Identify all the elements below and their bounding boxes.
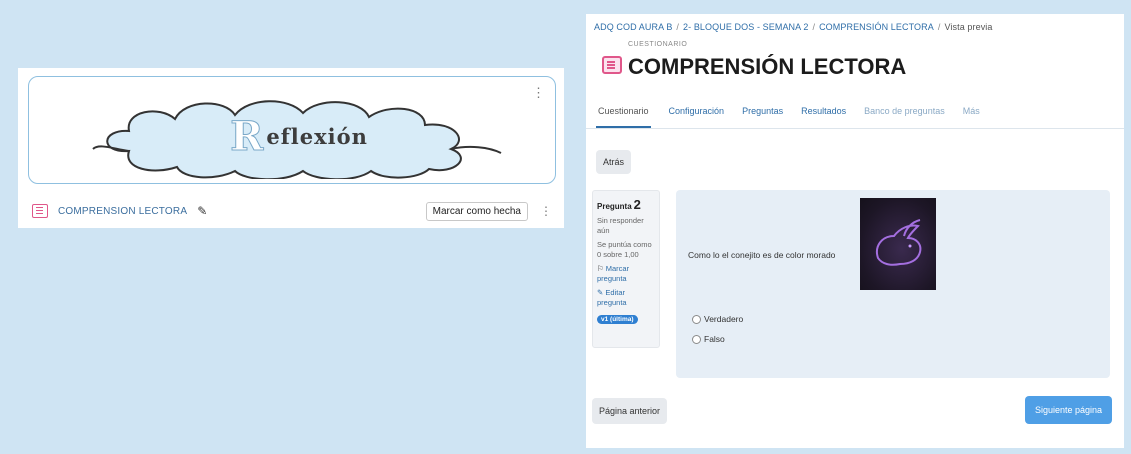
quiz-icon (602, 56, 622, 74)
option-label: Verdadero (704, 314, 744, 324)
banner-menu-icon[interactable]: ⋮ (532, 85, 545, 101)
breadcrumb: ADQ COD AURA B/2- BLOQUE DOS - SEMANA 2/… (594, 22, 993, 32)
option-falso[interactable]: Falso (692, 334, 725, 344)
activity-row: COMPRENSION LECTORA ✎ Marcar como hecha … (32, 200, 552, 222)
breadcrumb-item[interactable]: COMPRENSIÓN LECTORA (819, 22, 934, 32)
radio-button[interactable] (692, 334, 701, 344)
page-title: COMPRENSIÓN LECTORA (628, 54, 907, 79)
tab-resultados[interactable]: Resultados (801, 94, 846, 126)
breadcrumb-item[interactable]: 2- BLOQUE DOS - SEMANA 2 (683, 22, 808, 32)
edit-question-link[interactable]: ✎ Editar pregunta (597, 288, 655, 308)
tab-bar: Cuestionario Configuración Preguntas Res… (586, 94, 1124, 129)
activity-link[interactable]: COMPRENSION LECTORA (58, 206, 187, 217)
module-type-label: CUESTIONARIO (628, 41, 688, 48)
radio-button[interactable] (692, 314, 701, 324)
option-verdadero[interactable]: Verdadero (692, 314, 743, 324)
tab-preguntas[interactable]: Preguntas (742, 94, 783, 126)
breadcrumb-item[interactable]: ADQ COD AURA B (594, 22, 672, 32)
question-number: Pregunta 2 (597, 197, 641, 212)
activity-menu-icon[interactable]: ⋮ (540, 204, 552, 218)
quiz-icon (32, 204, 48, 218)
pencil-icon[interactable]: ✎ (197, 204, 207, 218)
question-score: Se puntúa como 0 sobre 1,00 (597, 240, 652, 259)
tab-cuestionario[interactable]: Cuestionario (596, 94, 651, 128)
course-section-card: ⋮ Reflexión COMPRENSION LECTORA ✎ Marcar… (18, 68, 564, 228)
option-label: Falso (704, 334, 725, 344)
question-text: Como lo el conejito es de color morado (688, 250, 836, 260)
breadcrumb-current: Vista previa (944, 22, 993, 32)
mark-done-button[interactable]: Marcar como hecha (425, 201, 528, 221)
banner-rest-text: eflexión (266, 123, 368, 149)
banner-title: Reflexión (89, 93, 509, 179)
tab-configuracion[interactable]: Configuración (669, 94, 725, 126)
reflexion-banner: ⋮ Reflexión (28, 76, 556, 184)
flag-question-link[interactable]: ⚐ Marcar pregunta (597, 264, 655, 284)
tab-mas[interactable]: Más (963, 94, 980, 126)
question-status: Sin responder aún (597, 216, 644, 235)
flag-icon: ⚐ (597, 264, 604, 273)
question-content: Como lo el conejito es de color morado V… (676, 190, 1110, 378)
back-button[interactable]: Atrás (596, 150, 632, 174)
tab-banco-preguntas[interactable]: Banco de preguntas (864, 94, 945, 126)
rabbit-image (860, 198, 936, 290)
cloud-image: Reflexión (89, 93, 509, 181)
previous-page-button[interactable]: Página anterior (592, 398, 668, 424)
pencil-icon: ✎ (597, 288, 604, 297)
version-badge: v1 (última) (597, 315, 638, 324)
quiz-preview-panel: ADQ COD AURA B/2- BLOQUE DOS - SEMANA 2/… (586, 14, 1124, 448)
question-info: Pregunta 2 Sin responder aún Se puntúa co… (592, 190, 660, 348)
banner-first-letter: R (230, 112, 265, 160)
next-page-button[interactable]: Siguiente página (1024, 396, 1112, 424)
neon-rabbit-icon (876, 219, 922, 266)
